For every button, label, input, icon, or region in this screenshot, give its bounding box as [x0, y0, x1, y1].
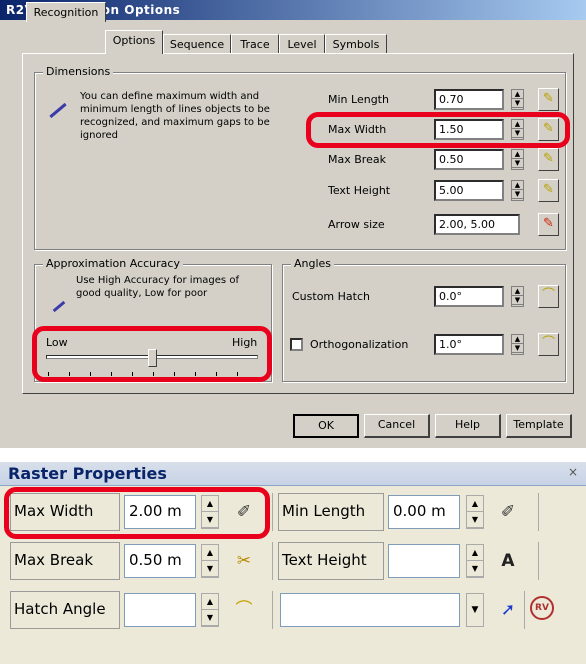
orthogonal-angle-icon[interactable]: ⌒: [538, 333, 559, 356]
chevron-down-icon[interactable]: ▼: [466, 593, 484, 627]
pick-min-length-icon[interactable]: ✎: [538, 88, 559, 111]
arrow-size-input[interactable]: 2.00, 5.00: [434, 214, 520, 235]
accuracy-slider-highlight: [32, 326, 272, 382]
run-icon[interactable]: ➚: [494, 595, 522, 625]
tab-trace[interactable]: Trace: [231, 34, 279, 54]
tab-level[interactable]: Level: [279, 34, 325, 54]
hatch-angle-prop-label: Hatch Angle: [10, 591, 120, 629]
min-length-prop-label: Min Length: [278, 493, 384, 531]
pick-arrow-size-icon[interactable]: ✎: [538, 213, 559, 236]
hatch-angle-prop-input[interactable]: [124, 593, 196, 627]
dimensions-group-title: Dimensions: [43, 65, 114, 78]
help-button[interactable]: Help: [435, 414, 501, 438]
separator: [538, 493, 539, 531]
max-break-pick-icon[interactable]: ✂: [230, 546, 258, 576]
raster-properties-toolbar: Raster Properties × Max Width 2.00 m ▲ ▼ …: [0, 462, 586, 664]
custom-hatch-label: Custom Hatch: [292, 290, 370, 303]
max-break-prop-input[interactable]: 0.50 m: [124, 544, 196, 578]
hatch-angle-icon[interactable]: ⌒: [538, 285, 559, 308]
hatch-angle-prop-spinner[interactable]: ▲ ▼: [201, 593, 219, 627]
max-break-prop-label: Max Break: [10, 542, 120, 580]
arrow-size-label: Arrow size: [328, 218, 385, 231]
min-length-spinner[interactable]: ▲ ▼: [511, 89, 524, 110]
text-height-input[interactable]: 5.00: [434, 180, 504, 201]
separator: [538, 542, 539, 580]
angles-group: Angles: [282, 257, 566, 382]
pencil-icon: [48, 102, 68, 119]
min-length-label: Min Length: [328, 93, 389, 106]
orthogonalization-label: Orthogonalization: [310, 338, 409, 351]
min-length-prop-spinner[interactable]: ▲ ▼: [466, 495, 484, 529]
tab-recognition[interactable]: Recognition: [26, 2, 106, 22]
max-break-spinner[interactable]: ▲ ▼: [511, 149, 524, 170]
angles-group-title: Angles: [291, 257, 335, 270]
text-height-prop-spinner[interactable]: ▲ ▼: [466, 544, 484, 578]
rv-logo-icon[interactable]: RV: [530, 596, 554, 620]
approximation-group-title: Approximation Accuracy: [43, 257, 183, 270]
conversion-options-dialog: R2V Conversion Options Recognition Optio…: [0, 0, 586, 448]
close-icon[interactable]: ×: [566, 465, 580, 479]
pencil-icon-small: [52, 298, 66, 313]
min-length-prop-input[interactable]: 0.00 m: [388, 495, 460, 529]
min-length-input[interactable]: 0.70: [434, 89, 504, 110]
text-height-pick-icon[interactable]: A: [494, 546, 522, 576]
min-length-pick-icon[interactable]: ✐: [494, 497, 522, 527]
tab-symbols[interactable]: Symbols: [325, 34, 387, 54]
orthogonalization-input[interactable]: 1.0°: [434, 334, 504, 355]
custom-hatch-spinner[interactable]: ▲ ▼: [511, 286, 524, 307]
text-height-spinner[interactable]: ▲ ▼: [511, 180, 524, 201]
ok-button[interactable]: OK: [293, 414, 359, 438]
cancel-button[interactable]: Cancel: [364, 414, 430, 438]
layer-dropdown[interactable]: [280, 593, 460, 627]
separator: [272, 493, 273, 531]
separator: [272, 542, 273, 580]
template-button[interactable]: Template: [506, 414, 572, 438]
max-break-input[interactable]: 0.50: [434, 149, 504, 170]
tab-options[interactable]: Options: [105, 30, 163, 54]
text-height-prop-label: Text Height: [278, 542, 384, 580]
pick-text-height-icon[interactable]: ✎: [538, 179, 559, 202]
approximation-description: Use High Accuracy for images of good qua…: [76, 275, 239, 299]
dimensions-description: You can define maximum width and minimum…: [80, 91, 270, 141]
separator: [524, 591, 525, 629]
max-break-prop-spinner[interactable]: ▲ ▼: [201, 544, 219, 578]
separator: [272, 591, 273, 629]
text-height-prop-input[interactable]: [388, 544, 460, 578]
orthogonalization-checkbox[interactable]: [290, 338, 303, 351]
toolbar-title: Raster Properties: [0, 462, 586, 486]
orthogonalization-spinner[interactable]: ▲ ▼: [511, 334, 524, 355]
tab-sequence[interactable]: Sequence: [163, 34, 231, 54]
custom-hatch-input[interactable]: 0.0°: [434, 286, 504, 307]
text-height-label: Text Height: [328, 184, 391, 197]
max-width-prop-highlight: [4, 487, 270, 539]
max-break-label: Max Break: [328, 153, 386, 166]
hatch-angle-pick-icon[interactable]: ⌒: [230, 595, 258, 625]
pick-max-break-icon[interactable]: ✎: [538, 148, 559, 171]
max-width-highlight: [306, 112, 570, 148]
